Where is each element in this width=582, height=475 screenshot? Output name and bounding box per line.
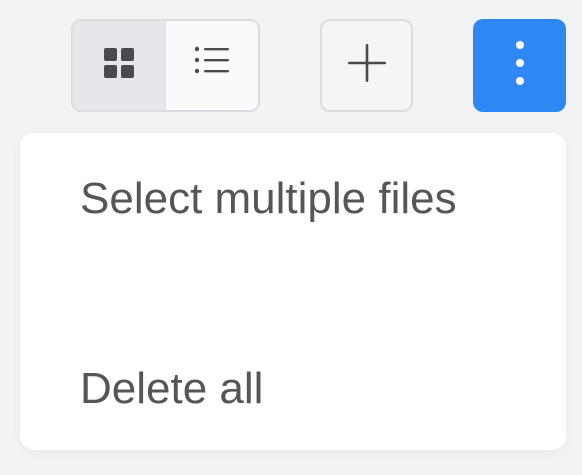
dropdown-menu: Select multiple files Delete all xyxy=(20,133,566,450)
view-mode-toggle xyxy=(71,19,260,112)
grid-icon xyxy=(104,48,134,83)
grid-view-button[interactable] xyxy=(73,21,165,110)
list-icon xyxy=(194,46,230,85)
menu-item-select-multiple-files[interactable]: Select multiple files xyxy=(80,166,536,232)
add-button[interactable] xyxy=(320,19,413,112)
more-options-button[interactable] xyxy=(473,19,566,112)
menu-item-delete-all[interactable]: Delete all xyxy=(80,356,536,422)
vertical-ellipsis-icon xyxy=(515,40,525,91)
plus-icon xyxy=(347,43,387,88)
list-view-button[interactable] xyxy=(165,21,258,110)
